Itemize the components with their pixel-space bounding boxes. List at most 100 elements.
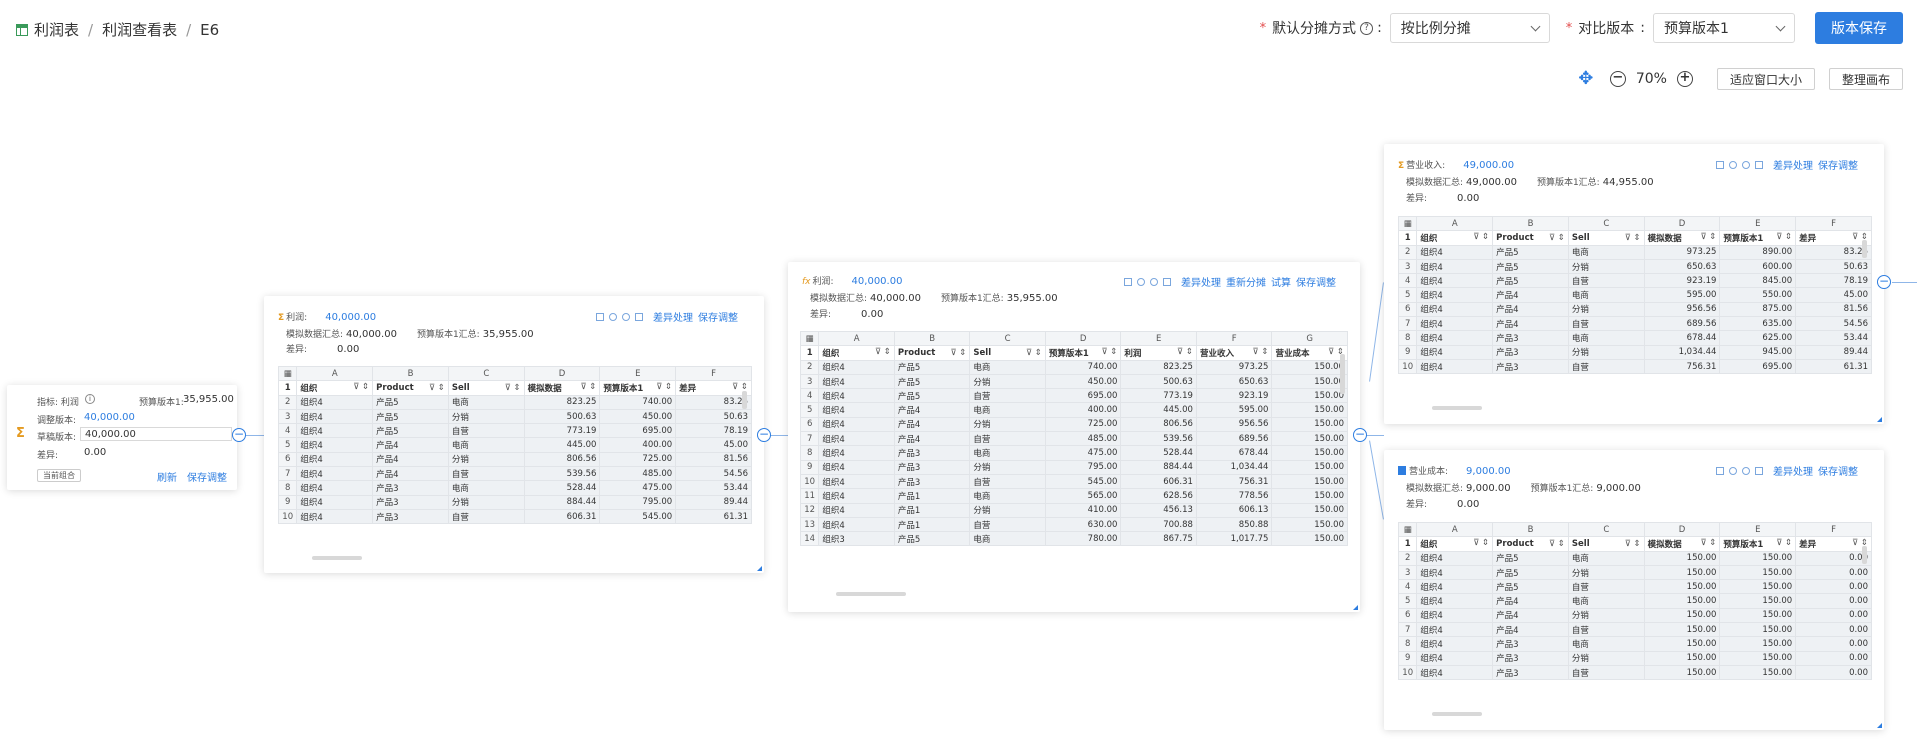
table-cell[interactable]: 产品5 — [1492, 244, 1569, 260]
table-cell[interactable]: 973.25 — [1643, 244, 1721, 260]
table-cell[interactable]: 电商 — [969, 402, 1046, 418]
table-cell[interactable]: 150.00 — [1719, 579, 1797, 595]
column-letter[interactable]: F — [1195, 330, 1273, 347]
column-letter[interactable]: C — [969, 330, 1046, 347]
table-cell[interactable]: 740.00 — [1044, 359, 1122, 375]
filter-sort-icon[interactable]: ⊽ ⇕ — [1473, 232, 1489, 244]
table-cell[interactable]: 606.31 — [523, 508, 601, 525]
table-cell[interactable]: 0.00 — [1795, 650, 1872, 666]
table-cell[interactable]: 89.44 — [675, 494, 752, 510]
table-cell[interactable]: 973.25 — [1195, 359, 1273, 375]
table-cell[interactable]: 组织4 — [1416, 607, 1494, 624]
table-cell[interactable]: 773.19 — [1120, 388, 1197, 404]
table-cell[interactable]: 产品4 — [372, 466, 449, 482]
table-cell[interactable]: 分销 — [1567, 650, 1645, 666]
table-cell[interactable]: 组织4 — [296, 423, 374, 439]
table-cell[interactable]: 81.56 — [1795, 301, 1872, 318]
settings-icon[interactable] — [622, 312, 630, 321]
collapse-icon[interactable]: − — [757, 428, 771, 442]
table-cell[interactable]: 0.00 — [1795, 607, 1872, 624]
table-cell[interactable]: 组织4 — [1416, 258, 1494, 275]
table-cell[interactable]: 组织4 — [1416, 593, 1494, 609]
filter-sort-icon[interactable]: ⊽ ⇕ — [505, 383, 521, 393]
select-all-icon[interactable]: ▦ — [1397, 215, 1418, 232]
table-cell[interactable]: 83.25 — [675, 394, 752, 410]
column-letter[interactable]: D — [1643, 521, 1721, 538]
table-cell[interactable]: 695.00 — [599, 423, 677, 439]
select-all-icon[interactable]: ▦ — [1397, 521, 1418, 538]
table-cell[interactable]: 756.31 — [1643, 358, 1721, 375]
table-cell[interactable]: 电商 — [969, 445, 1046, 461]
table-cell[interactable]: 150.00 — [1271, 416, 1348, 433]
table-cell[interactable]: 450.00 — [1044, 373, 1122, 390]
table-cell[interactable]: 410.00 — [1044, 502, 1122, 518]
table-cell[interactable]: 565.00 — [1044, 488, 1122, 504]
table-cell[interactable]: 产品4 — [1492, 607, 1569, 624]
table-cell[interactable]: 445.00 — [523, 437, 601, 453]
table-cell[interactable]: 823.25 — [523, 394, 601, 410]
save-adjust-link[interactable]: 保存调整 — [1818, 157, 1858, 172]
column-letter[interactable]: A — [1416, 521, 1494, 538]
table-cell[interactable]: 产品4 — [1492, 287, 1569, 303]
table-cell[interactable]: 456.13 — [1120, 502, 1197, 518]
table-cell[interactable]: 150.00 — [1719, 564, 1797, 581]
table-cell[interactable]: 485.00 — [1044, 431, 1122, 447]
resize-handle[interactable] — [757, 566, 762, 571]
table-cell[interactable]: 自营 — [1567, 664, 1645, 681]
table-cell[interactable]: 组织4 — [296, 466, 374, 482]
fullscreen-icon[interactable] — [1716, 466, 1724, 475]
table-cell[interactable]: 595.00 — [1195, 402, 1273, 418]
table-cell[interactable]: 电商 — [1567, 593, 1645, 609]
filter-sort-icon[interactable]: ⊽ ⇕ — [1473, 538, 1489, 550]
table-cell[interactable]: 产品3 — [372, 480, 449, 496]
table-cell[interactable]: 自营 — [447, 508, 525, 525]
settings-icon[interactable] — [1742, 160, 1750, 169]
table-cell[interactable]: 54.56 — [675, 466, 752, 482]
table-cell[interactable]: 分销 — [969, 373, 1046, 390]
table-cell[interactable]: 产品3 — [1492, 358, 1569, 375]
field-header[interactable]: Product ⊽ ⇕ — [372, 380, 449, 396]
help-icon[interactable]: ? — [1360, 21, 1374, 35]
export-icon[interactable] — [1163, 277, 1171, 286]
refresh-icon[interactable] — [1137, 277, 1145, 286]
table-cell[interactable]: 150.00 — [1643, 607, 1721, 624]
column-letter[interactable]: A — [818, 330, 895, 347]
table-cell[interactable]: 150.00 — [1271, 431, 1348, 447]
table-cell[interactable]: 组织4 — [1416, 358, 1494, 375]
table-cell[interactable]: 150.00 — [1271, 488, 1348, 504]
table-cell[interactable]: 产品3 — [1492, 330, 1569, 346]
table-cell[interactable]: 875.00 — [1719, 301, 1797, 318]
table-cell[interactable]: 组织4 — [1416, 636, 1494, 652]
table-cell[interactable]: 945.00 — [1719, 344, 1797, 360]
table-cell[interactable]: 组织4 — [1416, 244, 1494, 260]
table-cell[interactable]: 产品5 — [893, 388, 971, 404]
breadcrumb-item-1[interactable]: 利润表 — [34, 19, 79, 40]
table-cell[interactable]: 923.19 — [1195, 388, 1273, 404]
table-cell[interactable]: 组织4 — [296, 480, 374, 496]
table-cell[interactable]: 756.31 — [1195, 473, 1273, 490]
table-cell[interactable]: 产品4 — [893, 431, 971, 447]
table-cell[interactable]: 150.00 — [1271, 473, 1348, 490]
horizontal-scrollbar[interactable] — [312, 556, 362, 560]
table-cell[interactable]: 产品5 — [372, 394, 449, 410]
table-cell[interactable]: 组织4 — [296, 408, 374, 425]
table-cell[interactable]: 150.00 — [1719, 636, 1797, 652]
table-cell[interactable]: 组织4 — [818, 502, 895, 518]
table-cell[interactable]: 778.56 — [1195, 488, 1273, 504]
field-header[interactable]: 预算版本1 ⊽ ⇕ — [1044, 345, 1122, 361]
resize-handle[interactable] — [1877, 723, 1882, 728]
zoom-out-icon[interactable]: − — [1609, 71, 1626, 87]
table-cell[interactable]: 产品1 — [893, 502, 971, 518]
table-cell[interactable]: 1,034.44 — [1195, 459, 1273, 475]
table-cell[interactable]: 61.31 — [675, 508, 752, 525]
export-icon[interactable] — [1755, 160, 1763, 169]
table-cell[interactable]: 组织4 — [1416, 273, 1494, 289]
table-cell[interactable]: 组织3 — [818, 531, 895, 547]
diff-handle-link[interactable]: 差异处理 — [1773, 157, 1813, 172]
table-cell[interactable]: 150.00 — [1271, 459, 1348, 475]
field-header[interactable]: 差异 ⊽ ⇕ — [675, 380, 752, 396]
collapse-icon[interactable]: − — [232, 428, 246, 442]
table-cell[interactable]: 电商 — [1567, 330, 1645, 346]
filter-sort-icon[interactable]: ⊽ ⇕ — [1549, 539, 1565, 549]
table-cell[interactable]: 电商 — [447, 437, 525, 453]
